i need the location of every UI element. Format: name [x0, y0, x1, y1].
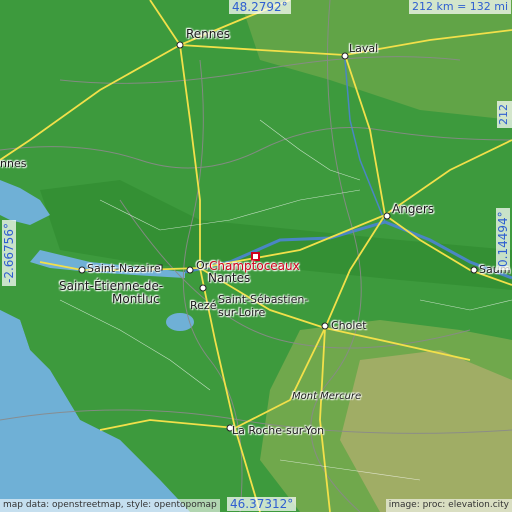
scale-horizontal: 212 km = 132 mi	[409, 0, 512, 14]
coord-top: 48.2792°	[229, 0, 291, 14]
cholet-marker	[321, 322, 329, 330]
coord-bottom: 46.37312°	[227, 497, 297, 511]
label-angers: Angers	[392, 202, 434, 216]
coord-left: -2.66756°	[2, 220, 16, 286]
label-mont-mercure: Mont Mercure	[292, 391, 362, 402]
label-vannes: nnes	[0, 157, 27, 170]
label-sur-loire: sur-Loire	[218, 306, 266, 319]
rennes-marker	[176, 41, 184, 49]
label-saint-etienne: Saint-Étienne-de-	[59, 279, 164, 293]
terrain-map[interactable]: Rennes Laval Angers Nantes Or Saint-Naza…	[0, 0, 512, 512]
label-la-roche: La Roche-sur-Yon	[232, 424, 325, 437]
angers-marker	[383, 212, 391, 220]
saumur-marker	[470, 266, 478, 274]
saint-nazaire-marker	[78, 266, 86, 274]
label-saint-sebastien: Saint-Sébastien-	[218, 293, 309, 306]
label-montluc: Montluc	[112, 292, 160, 306]
label-reze: Rezé	[190, 299, 217, 312]
attribution-left: map data: openstreetmap, style: opentopo…	[0, 499, 220, 512]
attribution-right: image: proc: elevation.city	[385, 499, 512, 512]
laval-marker	[341, 52, 349, 60]
coord-right: 0.14494°	[496, 208, 510, 270]
label-rennes: Rennes	[186, 27, 231, 41]
label-nantes: Nantes	[208, 271, 251, 285]
orvault-marker	[186, 266, 194, 274]
scale-vertical: 212 km = 132 mi	[497, 101, 512, 128]
label-orvault: Or	[196, 259, 210, 272]
label-saint-nazaire: Saint-Nazaire	[87, 262, 161, 275]
label-focus-town: Champtoceaux	[209, 259, 300, 273]
label-cholet: Cholet	[331, 319, 367, 332]
label-laval: Laval	[349, 42, 379, 55]
nantes-marker	[199, 284, 207, 292]
